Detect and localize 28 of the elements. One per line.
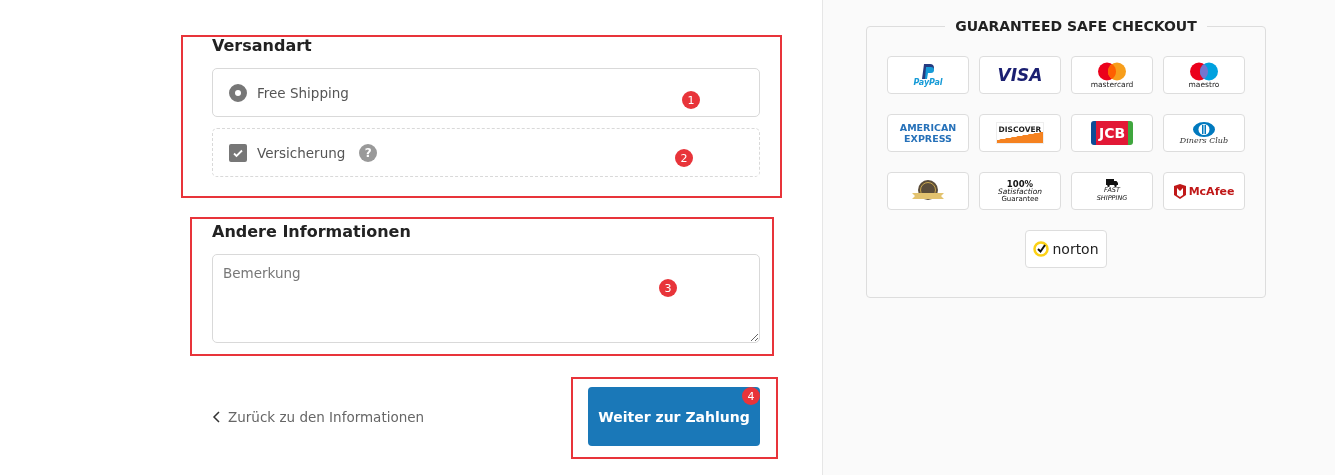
radio-button[interactable] bbox=[229, 83, 247, 102]
back-link[interactable]: Zurück zu den Informationen bbox=[212, 408, 425, 425]
logo-text: Diners Club bbox=[1179, 136, 1229, 145]
annotation-number: 1 bbox=[682, 91, 700, 109]
logo-text: PayPal bbox=[913, 78, 943, 87]
option-label: Free Shipping bbox=[257, 84, 349, 101]
two-circles-icon bbox=[1097, 61, 1127, 81]
paypal-icon bbox=[922, 63, 934, 79]
shield-icon bbox=[1173, 183, 1186, 199]
logo-text: norton bbox=[1052, 242, 1099, 256]
annotation-number: 2 bbox=[675, 149, 693, 167]
option-label: Versicherung bbox=[257, 144, 346, 161]
checkbox[interactable] bbox=[229, 143, 247, 162]
section-heading: Andere Informationen bbox=[212, 221, 412, 243]
two-circles-icon bbox=[1189, 61, 1219, 81]
diners-icon bbox=[1193, 121, 1215, 137]
logo-text: 100% bbox=[1006, 179, 1034, 188]
panel-title: GUARANTEED SAFE CHECKOUT bbox=[954, 18, 1198, 34]
seal-icon bbox=[910, 179, 946, 203]
truck-icon bbox=[1106, 179, 1118, 188]
section-heading: Versandart bbox=[212, 35, 313, 57]
logo-text: VISA bbox=[997, 66, 1043, 84]
logo-text: JCB bbox=[1090, 121, 1134, 145]
logo-text: AMERICAN bbox=[899, 121, 957, 133]
chevron-left-icon bbox=[212, 410, 222, 423]
check-circle-icon bbox=[1033, 241, 1050, 257]
logo-text: EXPRESS bbox=[904, 133, 952, 145]
logo-text: McAfee bbox=[1188, 185, 1235, 197]
